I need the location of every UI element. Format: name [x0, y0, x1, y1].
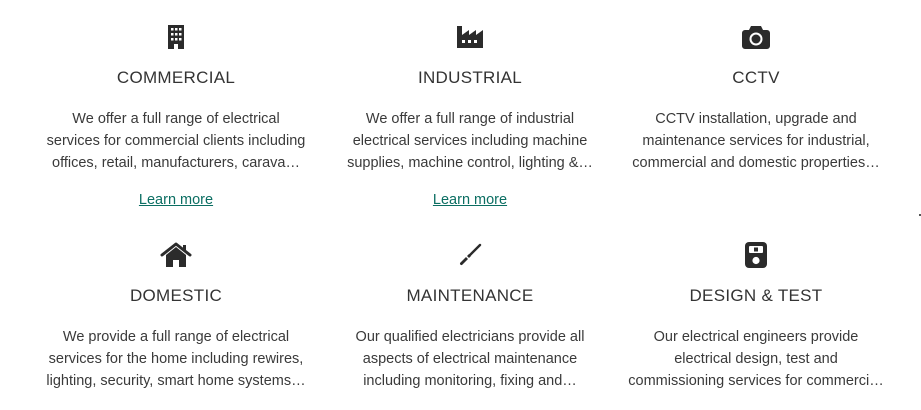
- learn-more-link[interactable]: Learn more: [139, 192, 213, 208]
- service-title: DESIGN & TEST: [689, 286, 823, 305]
- meter-icon: [610, 242, 902, 268]
- service-description: Our qualified electricians provide all a…: [355, 329, 585, 389]
- home-icon: [22, 242, 330, 268]
- service-card-commercial: COMMERCIAL We offer a full range of elec…: [22, 0, 330, 218]
- service-card-design-test: DESIGN & TEST Our electrical engineers p…: [610, 218, 902, 410]
- factory-icon: [330, 24, 610, 50]
- service-description: CCTV installation, upgrade and maintenan…: [632, 111, 880, 171]
- service-card-cctv: CCTV CCTV installation, upgrade and main…: [610, 0, 902, 218]
- service-title: CCTV: [732, 68, 780, 87]
- service-title: DOMESTIC: [129, 286, 223, 305]
- service-description: We offer a full range of electrical serv…: [46, 111, 306, 171]
- learn-more-link[interactable]: Learn more: [433, 192, 507, 208]
- service-description: We offer a full range of industrial elec…: [347, 111, 593, 171]
- service-card-industrial: INDUSTRIAL We offer a full range of indu…: [330, 0, 610, 218]
- camera-icon: [610, 24, 902, 50]
- service-description: We provide a full range of electrical se…: [46, 329, 306, 389]
- service-title: INDUSTRIAL: [417, 68, 523, 87]
- service-title: COMMERCIAL: [116, 68, 236, 87]
- service-card-domestic: DOMESTIC We provide a full range of elec…: [22, 218, 330, 410]
- service-card-maintenance: MAINTENANCE Our qualified electricians p…: [330, 218, 610, 410]
- screwdriver-icon: [330, 242, 610, 268]
- service-title: MAINTENANCE: [406, 286, 534, 305]
- service-description: Our electrical engineers provide electri…: [628, 329, 884, 389]
- services-grid: COMMERCIAL We offer a full range of elec…: [22, 0, 902, 410]
- building-icon: [22, 24, 330, 50]
